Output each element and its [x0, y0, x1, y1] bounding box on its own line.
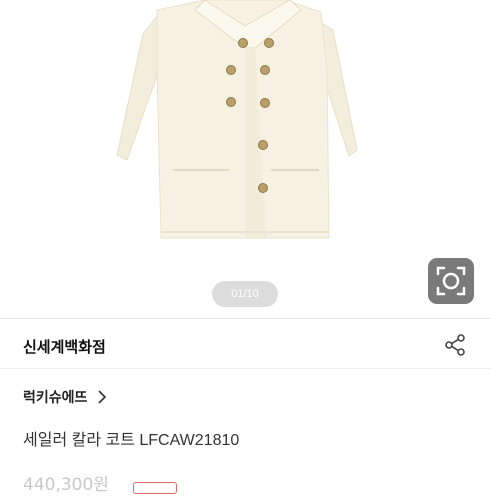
- chevron-right-icon: [98, 390, 107, 404]
- camera-lens-search-icon: [436, 266, 466, 296]
- image-counter: 01/10: [212, 281, 278, 307]
- image-search-button[interactable]: [428, 258, 474, 304]
- product-price: 440,300원: [23, 475, 109, 495]
- store-name[interactable]: 신세계백화점: [23, 336, 106, 357]
- section-divider: [0, 318, 490, 319]
- discount-badge: [133, 482, 177, 494]
- section-separator: [0, 368, 490, 369]
- product-title: 세일러 칼라 코트 LFCAW21810: [23, 432, 240, 449]
- brand-link[interactable]: 럭키슈에뜨: [23, 386, 107, 408]
- product-image: [95, 0, 395, 245]
- price-row: 440,300원: [23, 475, 323, 496]
- store-header: 신세계백화점: [0, 328, 490, 362]
- brand-name: 럭키슈에뜨: [23, 390, 88, 406]
- share-icon[interactable]: [442, 332, 468, 358]
- product-image-gallery[interactable]: 01/10: [0, 0, 490, 318]
